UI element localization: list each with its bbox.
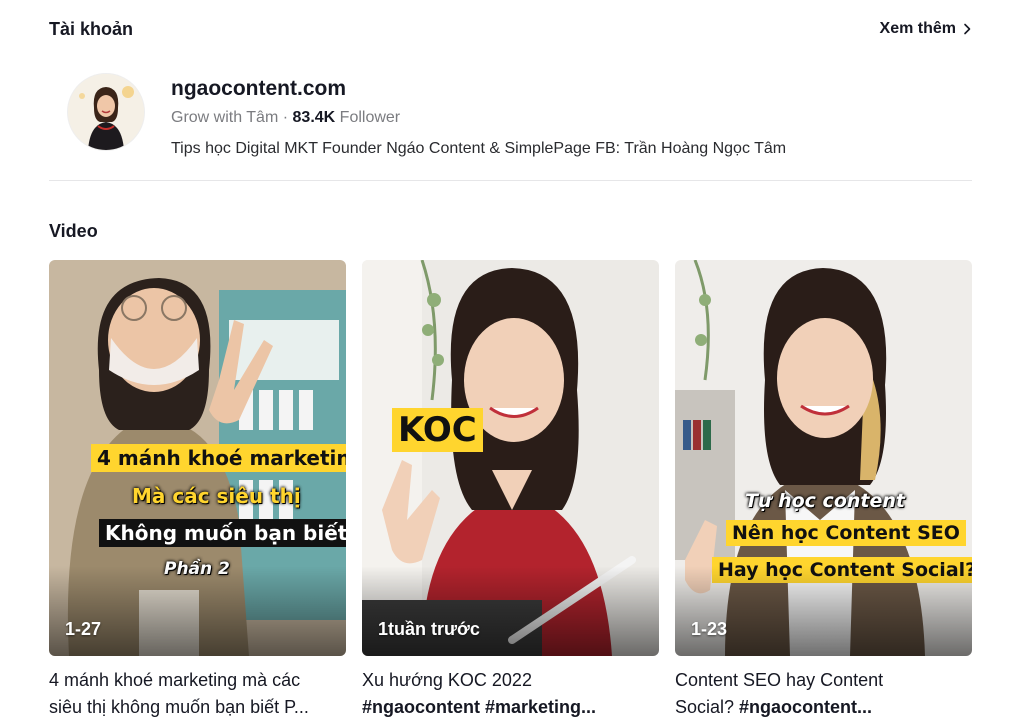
video-thumbnail[interactable]: Tự học content Nên học Content SEO Hay h…	[675, 260, 972, 656]
see-more-link[interactable]: Xem thêm	[880, 20, 972, 38]
video-card[interactable]: KOC 1tuần trước Xu hướng KOC 2022 #ngaoc…	[362, 260, 659, 721]
thumbnail-gradient	[362, 566, 659, 656]
accounts-section-header: Tài khoản Xem thêm	[49, 15, 972, 43]
video-overlay-text: KOC	[392, 408, 483, 452]
video-description-line: 4 mánh khoé marketing mà các	[49, 670, 301, 690]
videos-section-title: Video	[49, 220, 98, 241]
account-meta: Grow with Tâm · 83.4K Follower	[171, 109, 400, 127]
video-overlay-text: Không muốn bạn biết	[99, 519, 346, 547]
accounts-section-title: Tài khoản	[49, 18, 134, 39]
video-hashtags[interactable]: #ngaocontent...	[739, 697, 872, 717]
video-date: 1tuần trước	[378, 619, 480, 639]
chevron-right-icon	[964, 23, 971, 35]
avatar[interactable]	[68, 74, 144, 150]
video-description[interactable]: Xu hướng KOC 2022 #ngaocontent #marketin…	[362, 667, 659, 721]
video-date: 1-23	[691, 619, 728, 639]
video-description[interactable]: 4 mánh khoé marketing mà các siêu thị kh…	[49, 667, 346, 721]
see-more-label: Xem thêm	[879, 20, 956, 37]
video-description-line: Content SEO hay Content	[675, 670, 884, 690]
videos-section-header: Video	[49, 217, 972, 245]
follower-count: 83.4K	[292, 109, 336, 126]
video-card[interactable]: 4 mánh khoé marketing Mà các siêu thị Kh…	[49, 260, 346, 721]
video-grid: 4 mánh khoé marketing Mà các siêu thị Kh…	[49, 260, 972, 720]
follower-label: Follower	[339, 109, 401, 126]
video-description[interactable]: Content SEO hay Content Social? #ngaocon…	[675, 667, 972, 721]
video-overlay-text: 4 mánh khoé marketing	[91, 444, 346, 472]
video-description-line: siêu thị không muốn bạn biết P...	[49, 697, 309, 717]
video-card[interactable]: Tự học content Nên học Content SEO Hay h…	[675, 260, 972, 721]
video-overlay-text: Nên học Content SEO	[726, 520, 966, 546]
account-card[interactable]: ngaocontent.com Grow with Tâm · 83.4K Fo…	[49, 68, 972, 181]
thumbnail-gradient	[49, 566, 346, 656]
video-thumbnail[interactable]: KOC 1tuần trước	[362, 260, 659, 656]
video-overlay-text: Mà các siêu thị	[132, 484, 301, 508]
video-hashtags[interactable]: #ngaocontent #marketing...	[362, 697, 596, 717]
meta-separator: ·	[282, 109, 289, 126]
account-name[interactable]: ngaocontent.com	[171, 77, 346, 101]
video-description-line: Xu hướng KOC 2022	[362, 670, 532, 690]
account-nickname: Grow with Tâm	[171, 109, 279, 126]
video-description-line: Social?	[675, 697, 740, 717]
video-date: 1-27	[65, 619, 102, 639]
account-bio: Tips học Digital MKT Founder Ngáo Conten…	[171, 140, 787, 157]
video-overlay-text: Tự học content	[745, 490, 905, 512]
video-thumbnail[interactable]: 4 mánh khoé marketing Mà các siêu thị Kh…	[49, 260, 346, 656]
thumbnail-gradient	[675, 566, 972, 656]
